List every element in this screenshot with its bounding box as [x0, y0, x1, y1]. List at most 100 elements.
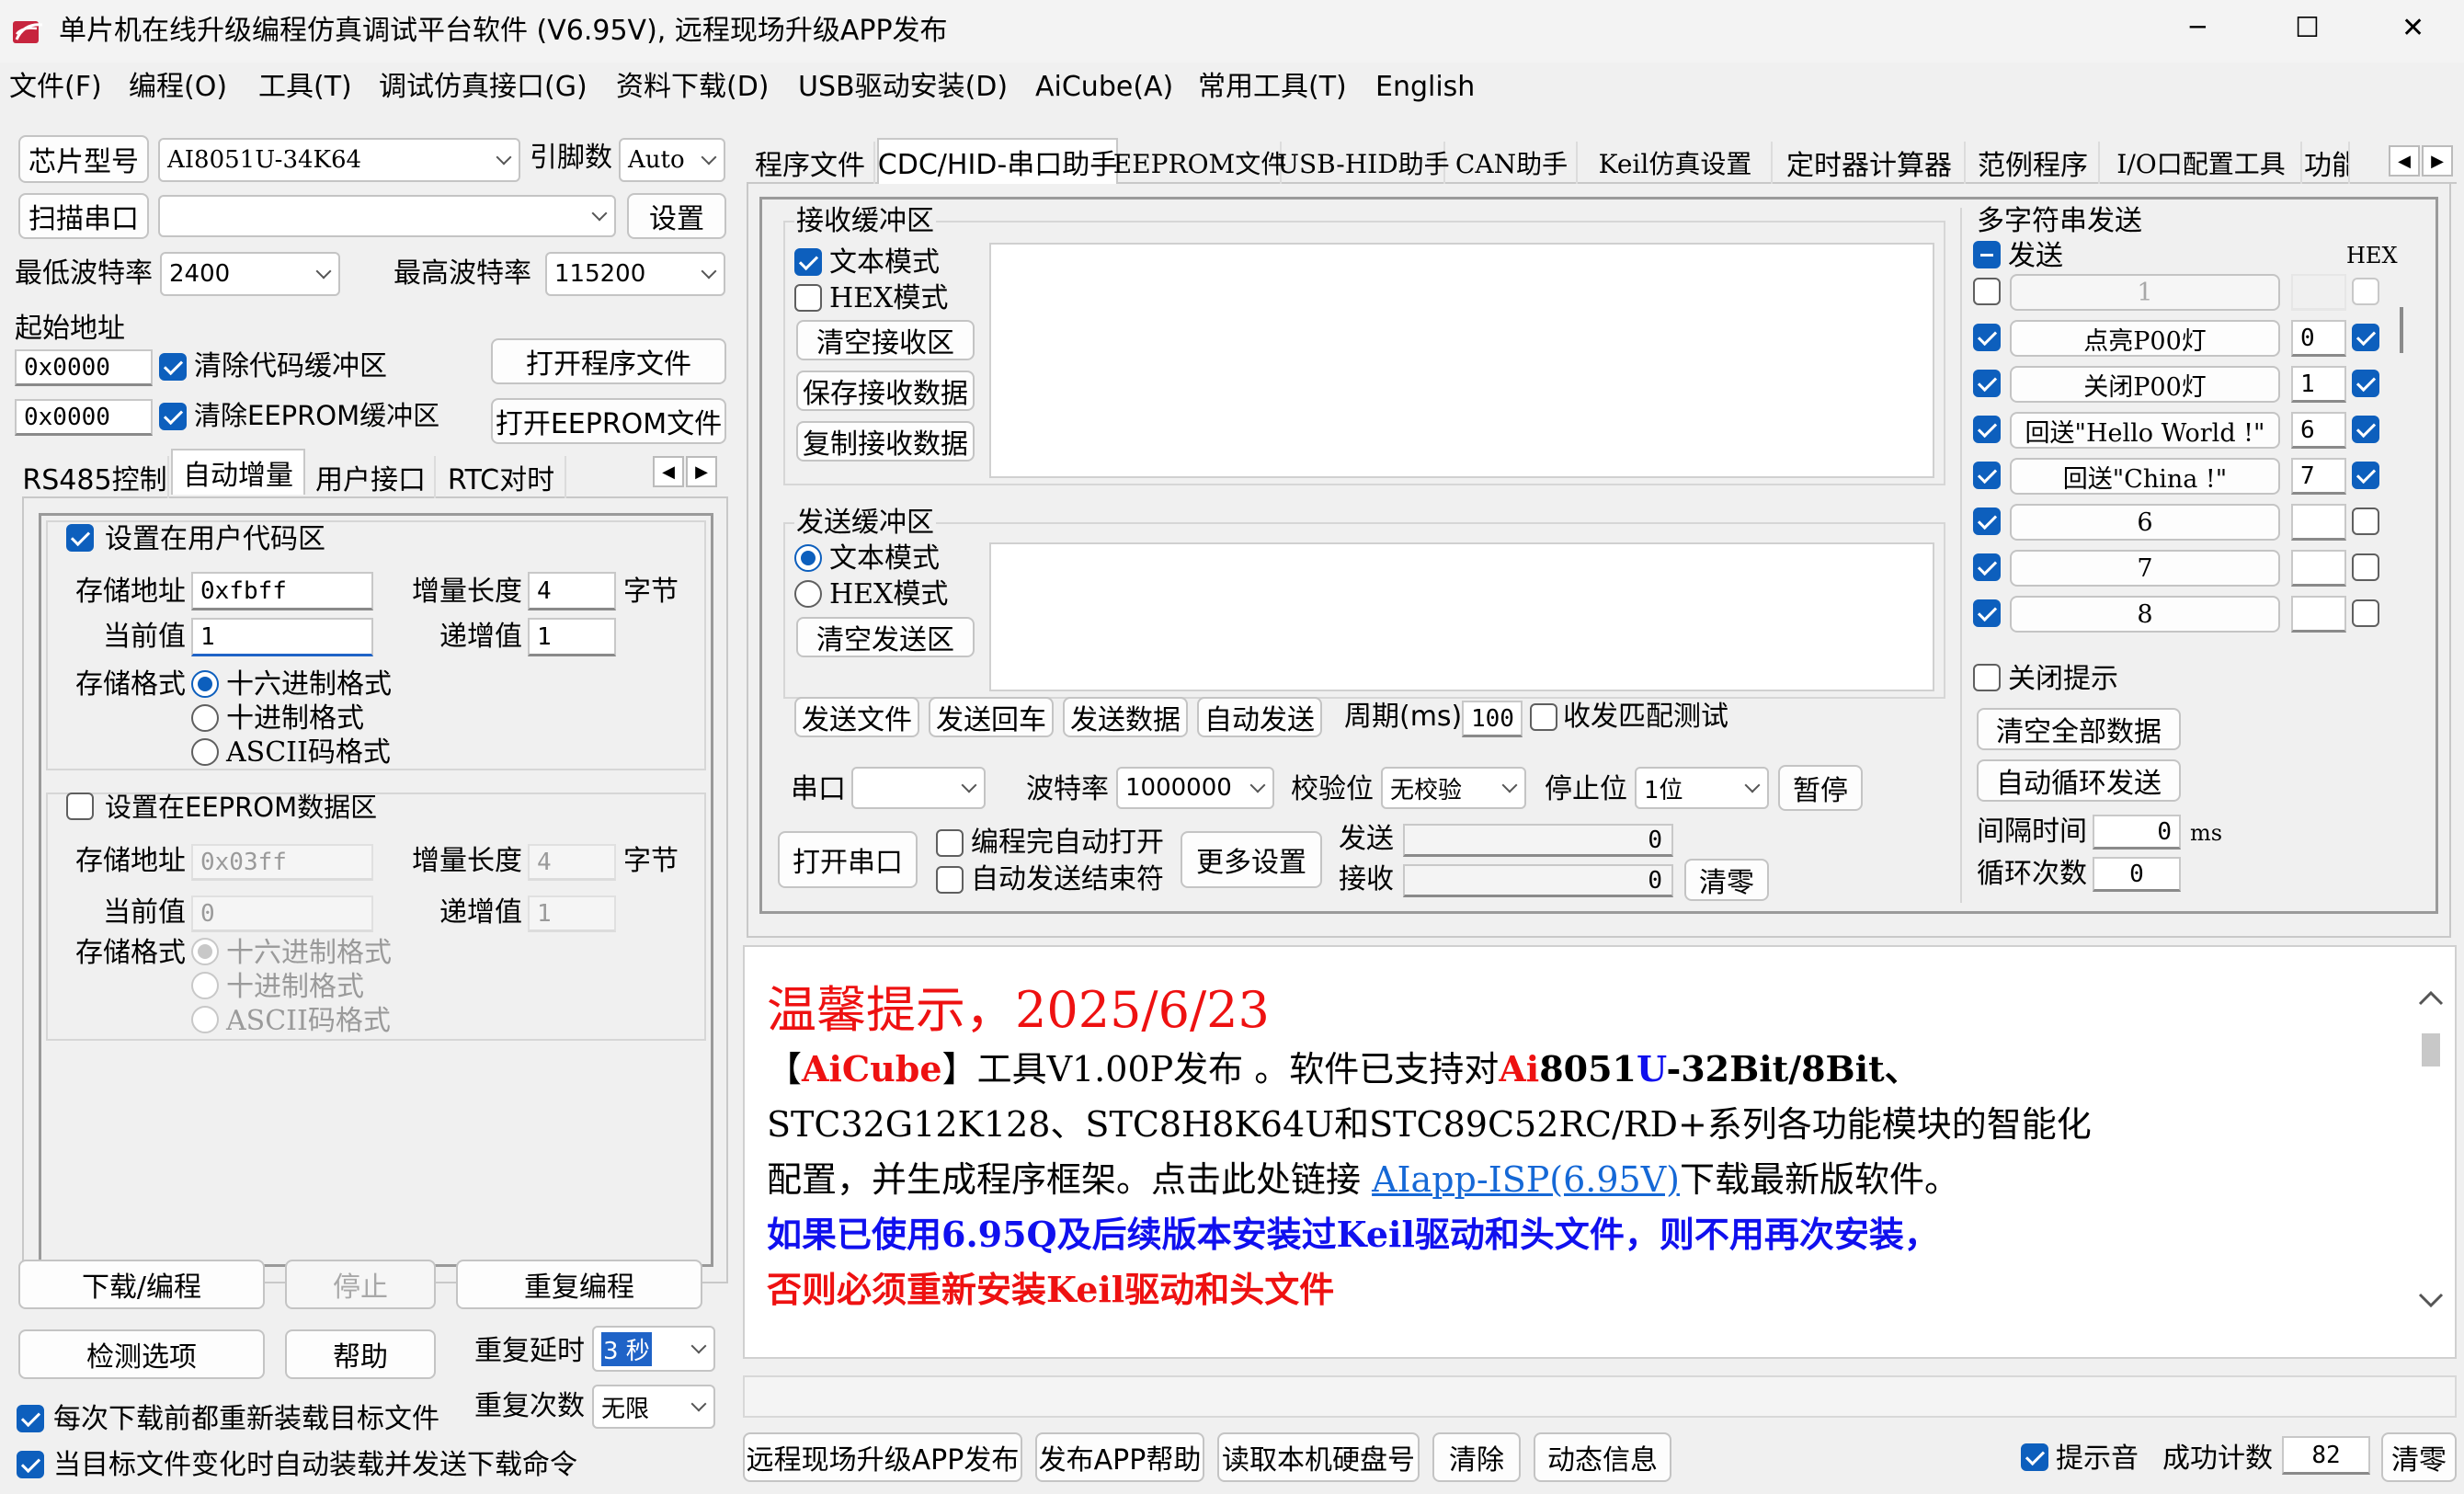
auto-open-checkbox[interactable]	[936, 829, 964, 857]
download-link[interactable]: AIapp-ISP(6.95V)	[1372, 1159, 1680, 1200]
period-input[interactable]: 100	[1462, 701, 1523, 737]
menu-debug[interactable]: 调试仿真接口(G)	[379, 74, 587, 101]
dynamic-info-button[interactable]: 动态信息	[1534, 1432, 1671, 1482]
menu-usb[interactable]: USB驱动安装(D)	[798, 74, 1008, 101]
multi-scrollbar[interactable]	[2400, 307, 2403, 353]
menu-english[interactable]: English	[1375, 74, 1475, 101]
sound-checkbox[interactable]	[2021, 1443, 2048, 1471]
menu-common-tools[interactable]: 常用工具(T)	[1198, 74, 1347, 101]
tab-auto-increment[interactable]: 自动增量	[171, 449, 305, 495]
right-tab-scroll-left-icon[interactable]: ◀	[2389, 145, 2420, 177]
send-enter-button[interactable]: 发送回车	[929, 697, 1054, 737]
tab-keil-settings[interactable]: Keil仿真设置	[1580, 142, 1773, 184]
max-baud-select[interactable]: 115200	[545, 252, 725, 296]
tab-rtc[interactable]: RTC对时	[438, 456, 566, 498]
repeat-delay-select[interactable]: 3 秒	[592, 1326, 715, 1372]
ee-format-hex-radio[interactable]	[191, 938, 219, 965]
multi-row-checkbox[interactable]	[1973, 278, 2001, 305]
clear-success-button[interactable]: 清零	[2381, 1432, 2457, 1482]
ee-addr-input[interactable]: 0x03ff	[191, 844, 373, 881]
reload-each-checkbox[interactable]	[17, 1405, 44, 1432]
tab-function[interactable]: 功能	[2304, 142, 2350, 184]
multi-row-checkbox[interactable]	[1973, 324, 2001, 351]
clear-code-buffer-checkbox[interactable]	[159, 353, 187, 381]
receive-textarea[interactable]	[989, 243, 1934, 478]
ee-step-input[interactable]: 1	[528, 895, 616, 932]
multi-row-send-button[interactable]: 6	[2010, 504, 2280, 541]
scroll-thumb[interactable]	[2422, 1033, 2440, 1066]
send-data-button[interactable]: 发送数据	[1063, 697, 1188, 737]
send-hex-mode-radio[interactable]	[794, 580, 822, 608]
open-eeprom-file-button[interactable]: 打开EEPROM文件	[491, 398, 726, 444]
copy-receive-button[interactable]: 复制接收数据	[796, 421, 975, 462]
publish-help-button[interactable]: 发布APP帮助	[1035, 1432, 1204, 1482]
multi-row-hex-checkbox[interactable]	[2352, 370, 2379, 397]
close-button[interactable]: ✕	[2401, 15, 2424, 42]
uc-step-input[interactable]: 1	[528, 618, 616, 656]
menu-file[interactable]: 文件(F)	[9, 74, 102, 101]
ee-current-input[interactable]: 0	[191, 895, 373, 932]
min-baud-select[interactable]: 2400	[160, 252, 340, 296]
chip-model-button[interactable]: 芯片型号	[18, 135, 149, 183]
multi-row-send-button[interactable]: 点亮P00灯	[2010, 320, 2280, 357]
multi-send-all-checkbox[interactable]	[1973, 241, 2001, 268]
send-file-button[interactable]: 发送文件	[794, 697, 919, 737]
serial-port-select[interactable]	[851, 767, 986, 809]
multi-row-hex-checkbox[interactable]	[2352, 278, 2379, 305]
remote-upgrade-button[interactable]: 远程现场升级APP发布	[743, 1432, 1022, 1482]
tab-serial-assistant[interactable]: CDC/HID-串口助手	[877, 138, 1118, 184]
send-text-mode-radio[interactable]	[794, 544, 822, 572]
loop-count-input[interactable]: 0	[2093, 857, 2181, 892]
download-program-button[interactable]: 下载/编程	[18, 1260, 265, 1309]
menu-tools[interactable]: 工具(T)	[258, 74, 352, 101]
recv-text-mode-checkbox[interactable]	[794, 248, 822, 276]
tab-program-file[interactable]: 程序文件	[747, 142, 875, 184]
multi-row-hex-checkbox[interactable]	[2352, 462, 2379, 489]
uc-format-ascii-radio[interactable]	[191, 738, 219, 766]
tab-examples[interactable]: 范例程序	[1968, 142, 2100, 184]
multi-row-checkbox[interactable]	[1973, 416, 2001, 443]
send-textarea[interactable]	[989, 542, 1934, 691]
multi-row-checkbox[interactable]	[1973, 553, 2001, 581]
open-port-button[interactable]: 打开串口	[778, 831, 918, 888]
tab-usb-hid[interactable]: USB-HID助手	[1277, 142, 1450, 184]
scan-port-button[interactable]: 扫描串口	[18, 193, 149, 239]
multi-row-number-input[interactable]	[2291, 550, 2346, 587]
minimize-button[interactable]: ─	[2190, 15, 2206, 40]
more-settings-button[interactable]: 更多设置	[1181, 831, 1322, 888]
chip-model-select[interactable]: AI8051U-34K64	[158, 138, 520, 182]
maximize-button[interactable]: ☐	[2295, 15, 2320, 42]
reprogram-button[interactable]: 重复编程	[456, 1260, 702, 1309]
multi-row-send-button[interactable]: 回送"Hello World !"	[2010, 412, 2280, 449]
code-start-address-input[interactable]: 0x0000	[15, 349, 153, 386]
multi-row-number-input[interactable]: 7	[2291, 458, 2346, 495]
scroll-down-icon[interactable]	[2418, 1291, 2444, 1309]
right-tab-scroll-right-icon[interactable]: ▶	[2422, 145, 2453, 177]
stop-bits-select[interactable]: 1位	[1635, 767, 1769, 809]
multi-row-send-button[interactable]: 1	[2010, 274, 2280, 311]
loop-test-checkbox[interactable]	[1530, 703, 1557, 731]
repeat-count-select[interactable]: 无限	[592, 1385, 715, 1429]
tab-rs485[interactable]: RS485控制	[22, 456, 169, 498]
multi-row-hex-checkbox[interactable]	[2352, 553, 2379, 581]
pause-button[interactable]: 暂停	[1778, 765, 1863, 811]
clear-send-button[interactable]: 清空发送区	[796, 617, 975, 657]
tab-user-interface[interactable]: 用户接口	[307, 456, 436, 498]
read-disk-id-button[interactable]: 读取本机硬盘号	[1217, 1432, 1420, 1482]
multi-row-send-button[interactable]: 回送"China !"	[2010, 458, 2280, 495]
multi-row-checkbox[interactable]	[1973, 508, 2001, 535]
tab-io-config[interactable]: I/O口配置工具	[2102, 142, 2302, 184]
help-button[interactable]: 帮助	[285, 1329, 436, 1379]
user-code-checkbox[interactable]	[66, 524, 94, 552]
multi-row-number-input[interactable]: 1	[2291, 366, 2346, 403]
auto-reload-checkbox[interactable]	[17, 1451, 44, 1478]
tab-timer-calc[interactable]: 定时器计算器	[1774, 142, 1966, 184]
clear-receive-button[interactable]: 清空接收区	[796, 320, 975, 360]
clear-counters-button[interactable]: 清零	[1684, 859, 1769, 901]
tab-scroll-left-icon[interactable]: ◀	[653, 456, 684, 487]
uc-addr-input[interactable]: 0xfbff	[191, 572, 373, 610]
multi-row-checkbox[interactable]	[1973, 462, 2001, 489]
eeprom-start-address-input[interactable]: 0x0000	[15, 399, 153, 436]
ee-len-input[interactable]: 4	[528, 844, 616, 881]
multi-row-send-button[interactable]: 7	[2010, 550, 2280, 587]
